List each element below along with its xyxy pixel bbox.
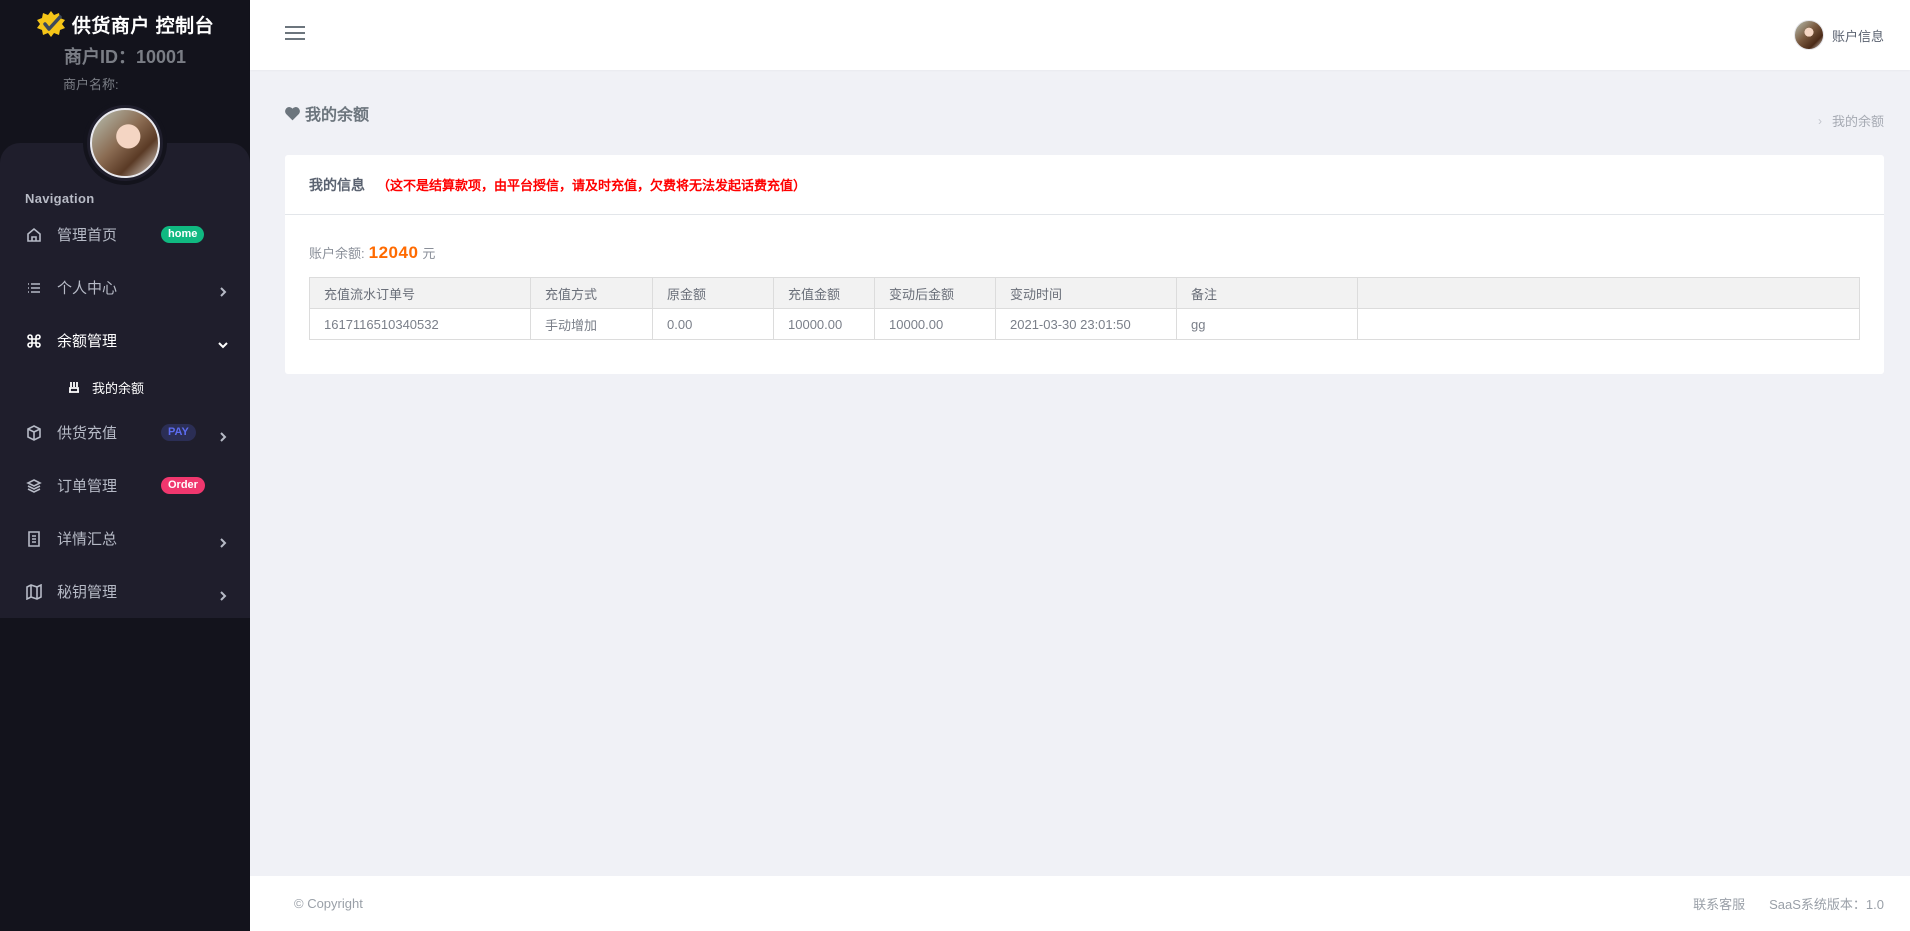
map-icon — [25, 583, 43, 601]
balance-amount: 12040 — [368, 243, 419, 262]
contact-support-link[interactable]: 联系客服 — [1693, 894, 1745, 913]
order-badge: Order — [161, 477, 205, 494]
balance-unit: 元 — [422, 246, 436, 261]
cell-order-no: 1617116510340532 — [309, 308, 531, 340]
chevron-right-icon — [218, 429, 227, 442]
account-menu[interactable]: 账户信息 — [1793, 20, 1884, 50]
chevron-down-icon — [218, 337, 228, 348]
sidebar-item-label: 余额管理 — [57, 333, 118, 350]
cell-original-amount: 0.00 — [652, 308, 774, 340]
balance-label: 账户余额: — [309, 246, 365, 261]
cell-time: 2021-03-30 23:01:50 — [995, 308, 1177, 340]
page-title: 我的余额 — [284, 101, 369, 125]
footer-right: 联系客服 SaaS系统版本：1.0 — [1693, 894, 1884, 913]
column-header: 变动后金额 — [874, 277, 996, 309]
hamburger-icon-line — [285, 26, 305, 28]
sidebar-item-label: 详情汇总 — [57, 531, 118, 548]
sidebar-subitem-my-balance[interactable]: 我的余额 — [0, 372, 250, 402]
avatar[interactable] — [90, 108, 160, 178]
inbox-icon — [68, 381, 80, 393]
sidebar-item-orders[interactable]: 订单管理 Order — [0, 459, 250, 512]
heart-icon — [285, 106, 300, 120]
sidebar-item-label: 订单管理 — [57, 478, 118, 495]
copyright: © Copyright — [294, 896, 363, 911]
command-icon — [25, 332, 43, 350]
brand-title: 供货商户 控制台 — [71, 15, 215, 37]
column-header: 充值流水订单号 — [309, 277, 531, 309]
layers-icon — [25, 477, 43, 495]
sidebar-item-profile[interactable]: 个人中心 — [0, 261, 250, 314]
footer: © Copyright 联系客服 SaaS系统版本：1.0 — [250, 876, 1910, 931]
sidebar-item-keys[interactable]: 秘钥管理 — [0, 565, 250, 618]
table-row: 1617116510340532 手动增加 0.00 10000.00 1000… — [309, 308, 1860, 340]
pay-badge: PAY — [161, 424, 196, 441]
column-header: 备注 — [1176, 277, 1358, 309]
balance-card: 我的信息 （这不是结算款项，由平台授信，请及时充值，欠费将无法发起话费充值） 账… — [285, 155, 1884, 374]
card-header: 我的信息 （这不是结算款项，由平台授信，请及时充值，欠费将无法发起话费充值） — [285, 155, 1884, 215]
sidebar-item-home[interactable]: 管理首页 home — [0, 208, 250, 261]
breadcrumb-item[interactable]: 我的余额 — [1832, 111, 1884, 130]
chevron-right-icon — [218, 284, 227, 297]
chevron-right-icon — [218, 588, 227, 601]
page-title-text: 我的余额 — [305, 107, 370, 124]
sidebar: 供货商户 控制台 商户ID：10001 商户名称: Navigation 管理首… — [0, 0, 250, 931]
sidebar-item-label: 秘钥管理 — [57, 584, 118, 601]
cell-recharge-amount: 10000.00 — [773, 308, 875, 340]
version-text: SaaS系统版本：1.0 — [1769, 897, 1884, 912]
cell-after-amount: 10000.00 — [874, 308, 996, 340]
account-label: 账户信息 — [1831, 28, 1884, 44]
document-icon — [25, 530, 43, 548]
home-badge: home — [161, 226, 205, 243]
sidebar-item-summary[interactable]: 详情汇总 — [0, 512, 250, 565]
sidebar-item-supply-recharge[interactable]: 供货充值 PAY — [0, 406, 250, 459]
chevron-right-icon — [218, 535, 227, 548]
card-title: 我的信息 — [309, 176, 365, 193]
sidebar-subitem-label: 我的余额 — [92, 380, 145, 396]
column-header: 变动时间 — [995, 277, 1177, 309]
column-header: 充值金额 — [773, 277, 875, 309]
sidebar-item-label: 供货充值 — [57, 425, 118, 442]
home-icon — [25, 226, 43, 244]
balance-row: 账户余额: 12040 元 — [309, 243, 435, 263]
card-warning: （这不是结算款项，由平台授信，请及时充值，欠费将无法发起话费充值） — [377, 178, 807, 193]
nav-heading: Navigation — [25, 191, 95, 206]
cell-method: 手动增加 — [530, 308, 653, 340]
hamburger-icon-line — [285, 38, 305, 40]
hamburger-icon-line — [285, 32, 305, 34]
sidebar-item-label: 管理首页 — [57, 227, 118, 244]
column-header — [1357, 277, 1860, 309]
menu-toggle-button[interactable] — [285, 26, 305, 42]
topbar: 账户信息 — [250, 0, 1910, 70]
breadcrumb: › 我的余额 — [1818, 111, 1884, 130]
sidebar-item-balance[interactable]: 余额管理 — [0, 314, 250, 367]
breadcrumb-separator-icon: › — [1817, 113, 1822, 128]
badge-check-logo-icon — [36, 11, 65, 37]
column-header: 充值方式 — [530, 277, 653, 309]
merchant-id: 商户ID：10001 — [63, 47, 187, 67]
recharge-records-table: 充值流水订单号 充值方式 原金额 充值金额 变动后金额 变动时间 备注 1617… — [309, 277, 1860, 340]
merchant-name-label: 商户名称: — [63, 77, 119, 92]
cell-empty — [1357, 308, 1860, 340]
brand[interactable]: 供货商户 控制台 — [0, 0, 250, 46]
column-header: 原金额 — [652, 277, 774, 309]
cell-remark: gg — [1176, 308, 1358, 340]
table-header-row: 充值流水订单号 充值方式 原金额 充值金额 变动后金额 变动时间 备注 — [309, 277, 1860, 309]
avatar — [1793, 20, 1824, 50]
box-icon — [25, 424, 43, 442]
list-icon — [25, 279, 43, 297]
sidebar-item-label: 个人中心 — [57, 280, 118, 297]
